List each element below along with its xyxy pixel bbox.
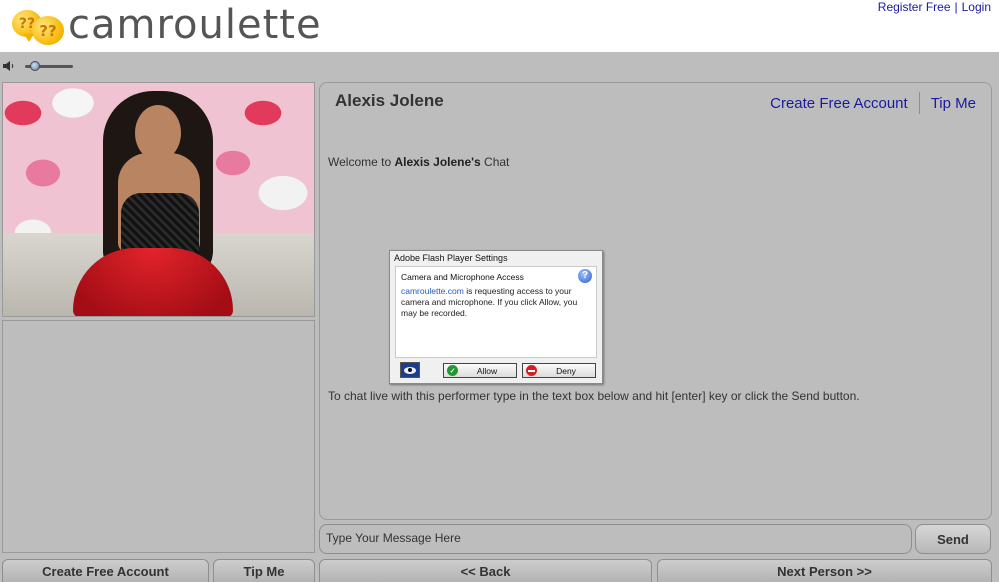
chat-header-links: Create Free Account Tip Me	[770, 92, 976, 114]
stop-icon	[526, 365, 537, 376]
create-account-link[interactable]: Create Free Account	[770, 95, 908, 112]
privacy-eye-icon[interactable]	[400, 362, 420, 378]
welcome-message: Welcome to Alexis Jolene's Chat	[328, 155, 509, 169]
link-divider	[918, 92, 920, 114]
tip-me-link[interactable]: Tip Me	[931, 95, 976, 112]
tip-me-button[interactable]: Tip Me	[213, 559, 315, 582]
dialog-message: camroulette.com is requesting access to …	[401, 286, 591, 319]
send-button[interactable]: Send	[915, 524, 991, 554]
volume-slider-knob[interactable]	[29, 61, 40, 71]
next-person-button[interactable]: Next Person >>	[657, 559, 992, 582]
deny-label: Deny	[556, 365, 576, 376]
requesting-site: camroulette.com	[401, 286, 464, 296]
dialog-title: Adobe Flash Player Settings	[394, 253, 508, 263]
logo-text: camroulette	[68, 2, 322, 48]
chat-bubbles-icon: ?? ??	[10, 4, 66, 50]
welcome-suffix: Chat	[480, 155, 510, 169]
performer-video[interactable]	[2, 82, 315, 317]
checkmark-icon: ✓	[447, 365, 458, 376]
deny-button[interactable]: Deny	[522, 363, 596, 378]
camroulette-logo[interactable]: ?? ?? camroulette	[10, 2, 322, 51]
flash-settings-dialog: Adobe Flash Player Settings Camera and M…	[389, 250, 603, 384]
own-camera-panel	[2, 320, 315, 553]
dialog-content: Camera and Microphone Access ? camroulet…	[395, 266, 597, 358]
chat-instructions: To chat live with this performer type in…	[328, 389, 860, 403]
welcome-prefix: Welcome to	[328, 155, 395, 169]
allow-button[interactable]: ✓ Allow	[443, 363, 517, 378]
help-icon[interactable]: ?	[578, 269, 592, 283]
eye-shape	[404, 366, 416, 374]
create-account-button[interactable]: Create Free Account	[2, 559, 209, 582]
performer-name: Alexis Jolene	[335, 91, 444, 110]
login-link[interactable]: Login	[962, 0, 991, 14]
welcome-name: Alexis Jolene's	[394, 155, 481, 169]
bubble-glyph: ??	[39, 21, 57, 40]
allow-label: Allow	[476, 365, 498, 376]
dialog-heading: Camera and Microphone Access	[401, 272, 524, 282]
player-toolbar	[0, 52, 999, 80]
video-performer-face	[135, 105, 181, 161]
account-links: Register Free | Login	[878, 0, 991, 14]
speaker-icon[interactable]	[3, 61, 15, 71]
site-header: ?? ?? camroulette Register Free | Login	[0, 0, 999, 52]
message-input[interactable]: Type Your Message Here	[319, 524, 912, 554]
back-button[interactable]: << Back	[319, 559, 652, 582]
register-free-link[interactable]: Register Free	[878, 0, 951, 14]
bubble-tail	[24, 34, 34, 42]
link-separator: |	[954, 0, 958, 14]
bubble-right: ??	[32, 16, 64, 45]
